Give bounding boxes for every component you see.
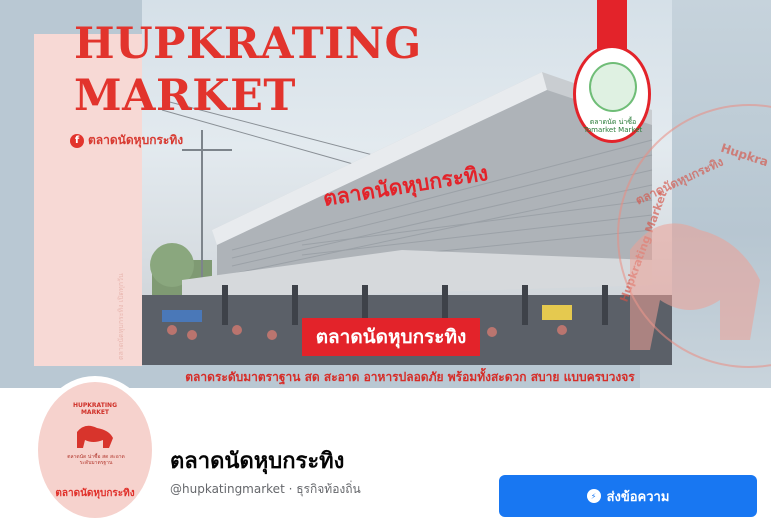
bull-watermark	[630, 223, 760, 350]
send-message-button[interactable]: ⚡ ส่งข้อความ	[499, 475, 757, 517]
page-handle-category: @hupkatingmarket · ธุรกิจท้องถิ่น	[170, 482, 361, 496]
logo-text-en: Tomarket Market	[583, 126, 643, 134]
send-message-label: ส่งข้อความ	[606, 489, 670, 505]
avatar-subtitle: ตลาดนัด น่าซื้อ สด สะอาด ระดับมาตรฐาน	[67, 454, 125, 466]
facebook-icon: f	[70, 133, 84, 148]
cover-title: HUPKRATING MARKET	[74, 18, 422, 122]
banner-label: ตลาดนัดหุบกระทิง	[302, 318, 480, 356]
facebook-page-name: ตลาดนัดหุบกระทิง	[88, 133, 184, 147]
logo-emblem	[589, 62, 637, 112]
avatar-name: ตลาดนัดหุบกระทิง	[55, 488, 135, 499]
facebook-label: f ตลาดนัดหุบกระทิง	[70, 131, 183, 150]
side-text: ตลาดนัดหุบกระทิง เปิดทุกวัน	[117, 273, 125, 360]
logo-text-thai: ตลาดนัด น่าซื้อ	[589, 118, 637, 126]
title-line-2: MARKET	[74, 71, 296, 121]
page-title: ตลาดนัดหุบกระทิง	[170, 449, 345, 474]
cover-caption: ตลาดระดับมาตราฐาน สด สะอาด อาหารปลอดภัย …	[185, 370, 635, 384]
avatar-title: HUPKRATING MARKET	[72, 402, 117, 416]
logo-text: ตลาดนัด น่าซื้อ Tomarket Market	[580, 118, 646, 134]
bull-icon	[77, 425, 113, 448]
avatar[interactable]: HUPKRATING MARKET ตลาดนัด น่าซื้อ สด สะอ…	[38, 382, 152, 518]
market-logo: ตลาดนัด น่าซื้อ Tomarket Market	[573, 45, 651, 143]
messenger-icon: ⚡	[586, 489, 601, 503]
cover-photo[interactable]: ตลาดนัดหุบกระทิง ตลาดนัดหุบกระทิง เปิดทุ…	[0, 0, 771, 388]
title-line-1: HUPKRATING	[74, 19, 422, 69]
